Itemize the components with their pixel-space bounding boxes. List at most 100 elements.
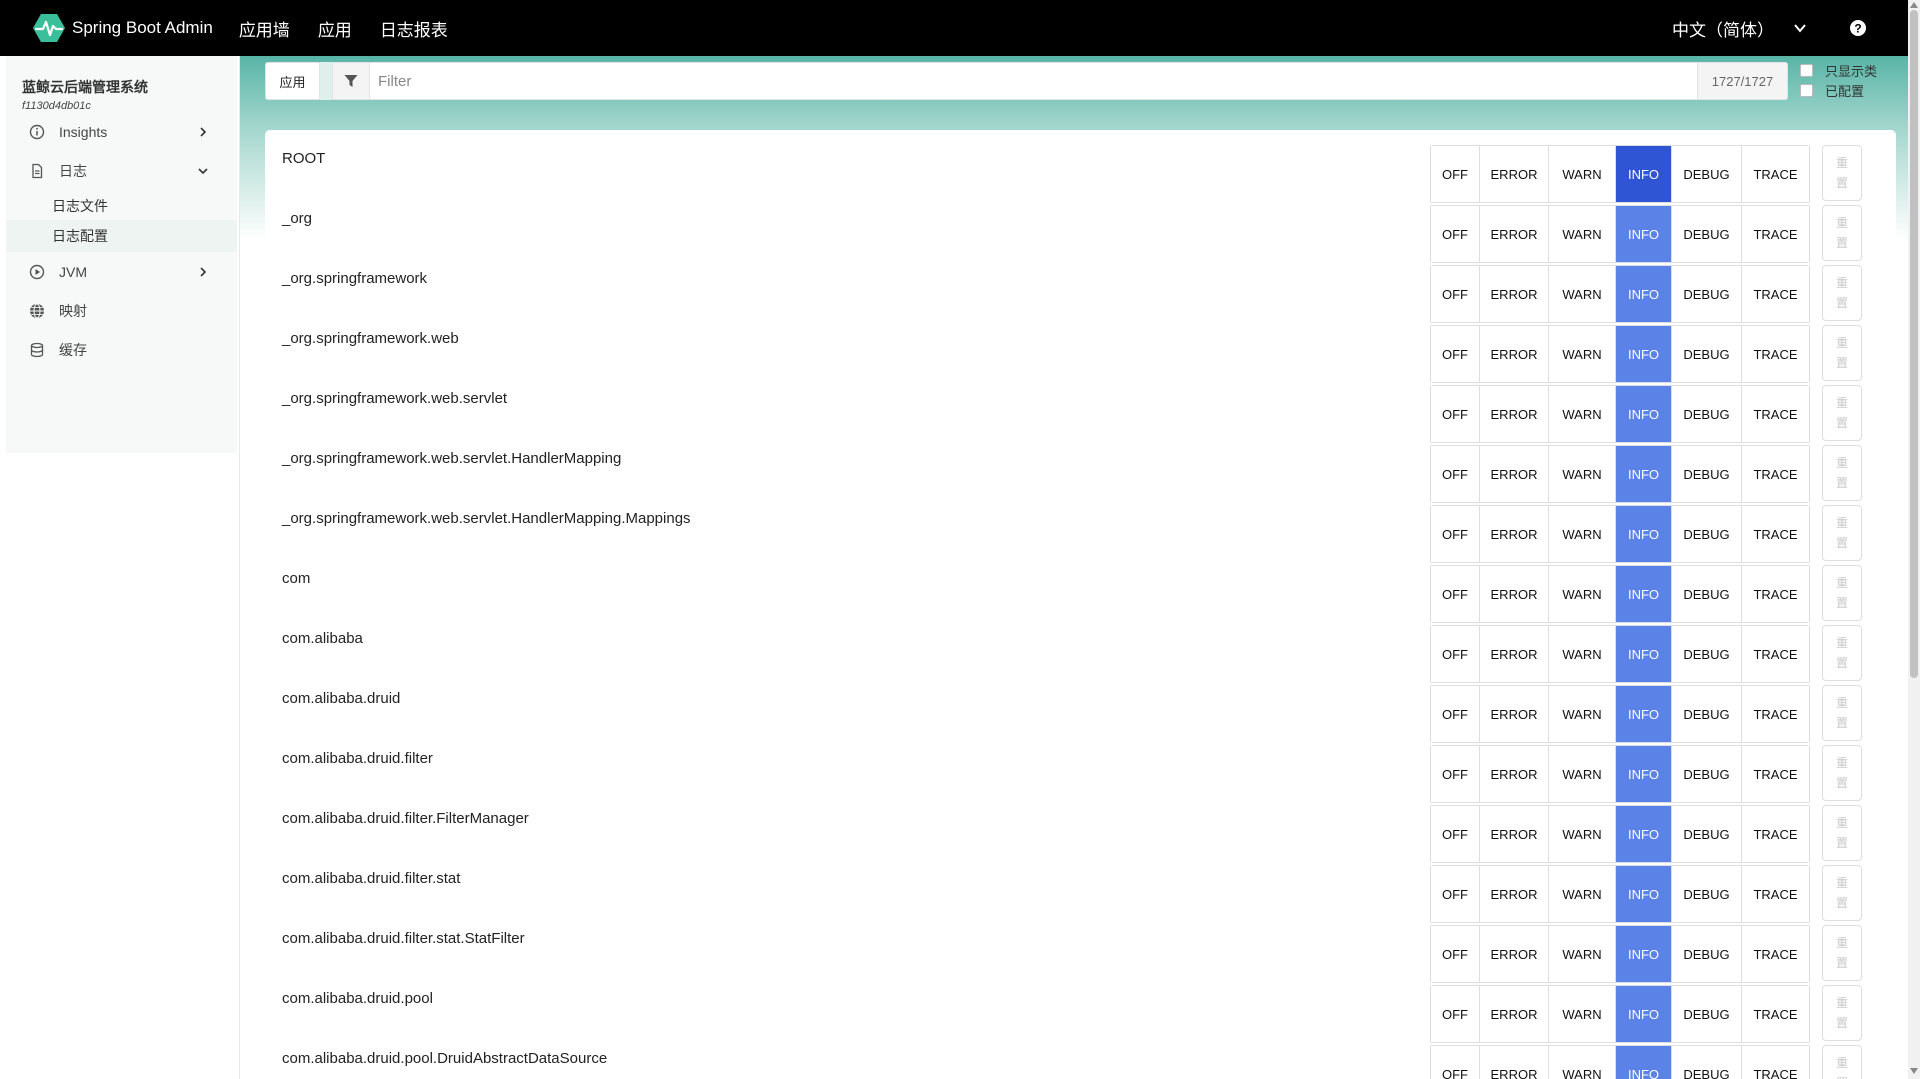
logger-row: _org.springframework.web.servlet.Handler… — [265, 430, 1896, 503]
page-scrollbar[interactable] — [1908, 0, 1920, 1079]
logger-name: com — [282, 570, 311, 587]
spring-boot-admin-logo-icon — [33, 14, 65, 42]
logger-name: com.alibaba.druid.filter — [282, 750, 433, 767]
logger-row: _org OFF ERROR WARN INFO DEBUG TRACE 重置 — [265, 190, 1896, 263]
reset-button-label: 重 — [1835, 276, 1848, 290]
reset-button-label: 重 — [1835, 696, 1848, 710]
nav-applications[interactable]: 应用 — [318, 16, 352, 41]
logger-name: _org — [282, 210, 313, 227]
loggers-panel: ROOT OFF ERROR WARN INFO DEBUG TRACE 重置 _org OFF E… — [265, 130, 1896, 1079]
filter-gap — [320, 62, 332, 100]
reset-button-label: 重 — [1835, 516, 1848, 530]
svg-text:?: ? — [1854, 22, 1861, 36]
logger-name: com.alibaba.druid.pool.DruidAbstractData… — [282, 1050, 608, 1067]
filter-icon — [344, 75, 358, 87]
logger-row: com.alibaba.druid.filter OFF ERROR WARN INFO… — [265, 730, 1896, 803]
level-button-error[interactable]: ERROR — [1480, 1046, 1549, 1079]
logger-name: _org.springframework.web.servlet — [282, 390, 508, 407]
scroll-down-arrow-icon[interactable] — [1910, 1068, 1918, 1074]
reset-button-label: 置 — [1836, 1073, 1848, 1079]
chevron-down-icon — [198, 168, 208, 175]
play-circle-icon — [29, 264, 45, 280]
reset-button-label: 重 — [1835, 876, 1848, 890]
configured-option[interactable]: 已配置 — [1800, 80, 1877, 100]
chevron-down-icon[interactable] — [1792, 20, 1808, 36]
checkbox-label: 已配置 — [1825, 83, 1865, 99]
level-button-debug[interactable]: DEBUG — [1672, 1046, 1742, 1079]
level-button-trace[interactable]: TRACE — [1742, 1046, 1809, 1079]
filter-checkboxes: 只显示类 已配置 — [1800, 60, 1877, 100]
sidebar-item-label: 日志 — [59, 163, 87, 179]
sidebar-item-label: 映射 — [59, 303, 87, 319]
logger-name: _org.springframework — [282, 270, 428, 287]
reset-button-label: 重 — [1835, 816, 1848, 830]
globe-icon — [30, 303, 44, 319]
logger-row: com.alibaba.druid.pool.DruidAbstractData… — [265, 1030, 1896, 1079]
logger-name: _org.springframework.web.servlet.Handler… — [282, 510, 691, 527]
logger-name: com.alibaba.druid — [282, 690, 401, 707]
scroll-up-arrow-icon[interactable] — [1910, 2, 1918, 8]
language-selector[interactable]: 中文（简体） — [1672, 16, 1774, 41]
logger-row: com.alibaba.druid OFF ERROR WARN INFO DEBUG TR… — [265, 670, 1896, 743]
application-filter-button[interactable]: 应用 — [266, 63, 320, 99]
database-icon — [30, 342, 44, 358]
brand-name: Spring Boot Admin — [72, 18, 213, 37]
sidebar-item-mappings[interactable]: 映射 — [6, 289, 237, 333]
logger-name: com.alibaba.druid.filter.stat.StatFilter — [282, 930, 525, 947]
configured-checkbox[interactable] — [1800, 83, 1813, 97]
sidebar-item-caches[interactable]: 缓存 — [6, 328, 237, 372]
logger-row: ROOT OFF ERROR WARN INFO DEBUG TRACE 重置 — [265, 130, 1896, 203]
reset-button-label: 重 — [1835, 636, 1848, 650]
level-button-warn[interactable]: WARN — [1549, 1046, 1616, 1079]
only-classes-option[interactable]: 只显示类 — [1800, 60, 1877, 80]
top-navbar: Spring Boot Admin 应用墙 应用 日志报表 中文（简体） ? — [0, 0, 1920, 56]
logger-row: com.alibaba.druid.pool OFF ERROR WARN INFO DE… — [265, 970, 1896, 1043]
logger-name: com.alibaba — [282, 630, 363, 647]
nav-log-report[interactable]: 日志报表 — [380, 16, 448, 41]
logger-name: _org.springframework.web — [282, 330, 459, 347]
log-level-button-group: OFF ERROR WARN INFO DEBUG TRACE — [1430, 1045, 1810, 1079]
reset-button-label: 重 — [1835, 756, 1848, 770]
sidebar-item-label: Insights — [59, 124, 108, 140]
sidebar: 蓝鲸云后端管理系统 f1130d4db01c Insights 日志 日志文件 … — [0, 56, 240, 1079]
logger-count: 1727/1727 — [1697, 63, 1787, 99]
logger-row: com.alibaba.druid.filter.FilterManager OF… — [265, 790, 1896, 863]
logger-row: com.alibaba.druid.filter.stat OFF ERROR WAR… — [265, 850, 1896, 923]
only-classes-checkbox[interactable] — [1800, 63, 1813, 77]
reset-button-label: 重 — [1835, 996, 1848, 1010]
help-icon[interactable]: ? — [1850, 20, 1866, 36]
logger-name: com.alibaba.druid.filter.stat — [282, 870, 461, 887]
nav-wallboard[interactable]: 应用墙 — [239, 16, 290, 41]
chevron-right-icon — [200, 127, 207, 137]
reset-button-label: 重 — [1835, 396, 1848, 410]
logger-name: com.alibaba.druid.pool — [282, 990, 433, 1007]
sidebar-item-insights[interactable]: Insights — [6, 110, 237, 154]
logger-row: _org.springframework OFF ERROR WARN INFO DEBU… — [265, 250, 1896, 323]
brand[interactable]: Spring Boot Admin — [32, 13, 213, 43]
level-button-info[interactable]: INFO — [1616, 1046, 1672, 1079]
sidebar-subitem-logfile[interactable]: 日志文件 — [6, 190, 237, 222]
reset-button-label: 重 — [1835, 156, 1848, 170]
sidebar-item-label: 缓存 — [59, 342, 87, 358]
level-button-off[interactable]: OFF — [1431, 1046, 1480, 1079]
logger-row: com.alibaba OFF ERROR WARN INFO DEBUG TRACE 重置 — [265, 610, 1896, 683]
info-circle-icon — [29, 124, 45, 140]
file-icon — [32, 163, 43, 179]
reset-button-label: 重 — [1835, 936, 1848, 950]
logger-name: com.alibaba.druid.filter.FilterManager — [282, 810, 529, 827]
sidebar-subitem-loggers[interactable]: 日志配置 — [6, 220, 237, 252]
reset-button-label: 重 — [1835, 576, 1848, 590]
reset-button[interactable]: 重置 — [1822, 1045, 1862, 1079]
application-name: 蓝鲸云后端管理系统 — [22, 79, 148, 95]
logger-row: _org.springframework.web.servlet OFF ERROR… — [265, 370, 1896, 443]
logger-row: _org.springframework.web.servlet.Handler… — [265, 490, 1896, 563]
logger-name: _org.springframework.web.servlet.Handler… — [282, 450, 622, 467]
scroll-thumb[interactable] — [1910, 10, 1918, 678]
reset-button-label: 重 — [1835, 216, 1848, 230]
sidebar-item-label: JVM — [59, 264, 87, 280]
checkbox-label: 只显示类 — [1825, 63, 1878, 79]
filter-addon — [332, 63, 370, 99]
logger-filter-input[interactable] — [370, 64, 1697, 98]
sidebar-item-logging[interactable]: 日志 — [6, 149, 237, 193]
sidebar-item-jvm[interactable]: JVM — [6, 250, 237, 294]
